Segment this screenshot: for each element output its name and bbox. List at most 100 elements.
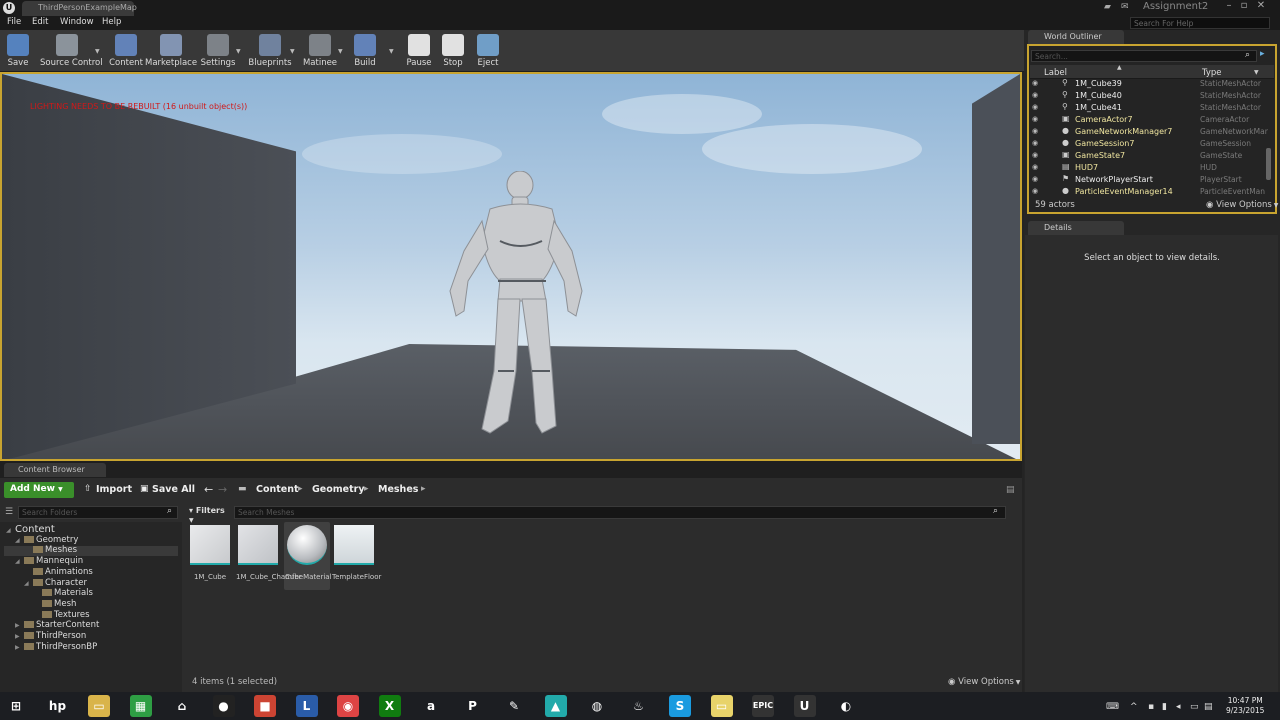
tree-item[interactable]: ▶ ThirdPerson bbox=[15, 631, 86, 641]
sources-toggle-icon[interactable]: ☰ bbox=[5, 507, 13, 517]
filters-button[interactable]: ▾ Filters ▼ bbox=[189, 506, 231, 524]
build-button[interactable]: Build bbox=[345, 32, 385, 70]
tray-chevron-icon[interactable]: ^ bbox=[1130, 702, 1138, 712]
outliner-row[interactable]: ◉ ⚲ 1M_Cube40 StaticMeshActor bbox=[1030, 90, 1266, 102]
settings-button[interactable]: Settings bbox=[196, 32, 240, 70]
add-new-button[interactable]: Add New ▼ bbox=[4, 482, 74, 498]
visibility-eye-icon[interactable]: ◉ bbox=[1032, 163, 1038, 171]
create-folder-icon[interactable]: ▸ bbox=[1260, 49, 1265, 59]
tray-app-icon[interactable]: ▪ bbox=[1148, 702, 1154, 712]
outliner-row[interactable]: ◉ ▣ CameraActor7 CameraActor bbox=[1030, 114, 1266, 126]
outliner-row[interactable]: ◉ ⚲ 1M_Cube39 StaticMeshActor bbox=[1030, 78, 1266, 90]
outliner-row[interactable]: ◉ ▣ GameState7 GameState bbox=[1030, 150, 1266, 162]
wall-mesh-right[interactable] bbox=[972, 74, 1020, 444]
outliner-scrollbar[interactable] bbox=[1266, 148, 1271, 180]
help-search-input[interactable]: Search For Help bbox=[1130, 17, 1270, 29]
import-button[interactable]: Import bbox=[96, 484, 132, 495]
action-center-icon[interactable]: ▤ bbox=[1204, 702, 1213, 712]
tab-details[interactable]: Details bbox=[1028, 221, 1124, 235]
chevron-down-icon[interactable]: ▼ bbox=[389, 48, 394, 55]
breadcrumb-content[interactable]: Content bbox=[256, 484, 299, 495]
chevron-down-icon[interactable]: ▼ bbox=[236, 48, 241, 55]
chevron-down-icon[interactable]: ▼ bbox=[290, 48, 295, 55]
pen-icon[interactable]: ✎ bbox=[503, 695, 525, 717]
battery-icon[interactable]: ▭ bbox=[1190, 702, 1199, 712]
tab-content-browser[interactable]: Content Browser bbox=[4, 463, 106, 477]
eject-button[interactable]: Eject bbox=[465, 32, 511, 70]
pause-button[interactable]: Pause bbox=[400, 32, 438, 70]
home-icon[interactable]: ⌂ bbox=[171, 695, 193, 717]
rubiks-icon[interactable]: ■ bbox=[254, 695, 276, 717]
level-viewport[interactable]: LIGHTING NEEDS TO BE REBUILT (16 unbuilt… bbox=[0, 72, 1022, 461]
matinee-button[interactable]: Matinee bbox=[300, 32, 340, 70]
mannequin-character[interactable] bbox=[442, 171, 592, 461]
asset-tile[interactable]: 1M_Cube bbox=[188, 523, 232, 589]
notification-icon[interactable]: ▰ bbox=[1104, 2, 1111, 12]
tab-world-outliner[interactable]: World Outliner bbox=[1028, 30, 1124, 44]
back-arrow-icon[interactable]: ← bbox=[204, 483, 213, 496]
unreal-logo-icon[interactable]: U bbox=[3, 2, 15, 14]
outliner-search-input[interactable]: Search... bbox=[1031, 50, 1257, 62]
close-button[interactable]: ✕ bbox=[1254, 0, 1268, 12]
document-tab[interactable]: ThirdPersonExampleMap bbox=[22, 1, 137, 16]
asset-tile[interactable]: CubeMaterial bbox=[285, 523, 332, 589]
column-type[interactable]: Type bbox=[1202, 68, 1222, 78]
obs-icon[interactable]: ◐ bbox=[835, 695, 857, 717]
folder-icon[interactable]: ▭ bbox=[710, 695, 733, 717]
menu-edit[interactable]: Edit bbox=[32, 17, 48, 27]
asset-tile[interactable]: 1M_Cube_Chamfer bbox=[236, 523, 302, 589]
lightroom-icon[interactable]: L bbox=[295, 695, 318, 717]
skype-icon[interactable]: S bbox=[669, 695, 691, 717]
menu-file[interactable]: File bbox=[7, 17, 21, 27]
hp-icon[interactable]: hp bbox=[46, 695, 69, 717]
menu-help[interactable]: Help bbox=[102, 17, 121, 27]
epic-launcher-icon[interactable]: EPIC bbox=[752, 695, 774, 717]
chrome-icon[interactable]: ◉ bbox=[337, 695, 359, 717]
chevron-down-icon[interactable]: ▼ bbox=[95, 48, 100, 55]
visibility-eye-icon[interactable]: ◉ bbox=[1032, 79, 1038, 87]
blueprints-button[interactable]: Blueprints bbox=[246, 32, 294, 70]
visibility-eye-icon[interactable]: ◉ bbox=[1032, 139, 1038, 147]
lock-icon[interactable]: ▤ bbox=[1006, 485, 1015, 495]
visibility-eye-icon[interactable]: ◉ bbox=[1032, 151, 1038, 159]
maps-icon[interactable]: ▲ bbox=[544, 695, 567, 717]
windows-start-icon[interactable]: ⊞ bbox=[5, 695, 27, 717]
amazon-icon[interactable]: a bbox=[420, 695, 442, 717]
content-view-options-button[interactable]: ◉ View Options ▼ bbox=[948, 677, 1020, 687]
tree-item[interactable]: Animations bbox=[24, 567, 93, 577]
asset-tile[interactable]: TemplateFloor bbox=[332, 523, 381, 589]
outliner-view-options-button[interactable]: ◉ View Options ▼ bbox=[1206, 200, 1278, 210]
outliner-row[interactable]: ◉ ● ParticleEventManager14 ParticleEventMan bbox=[1030, 186, 1266, 198]
visibility-eye-icon[interactable]: ◉ bbox=[1032, 127, 1038, 135]
keyboard-icon[interactable]: ⌨ bbox=[1106, 702, 1119, 712]
outliner-row[interactable]: ◉ ● GameNetworkManager7 GameNetworkMan bbox=[1030, 126, 1268, 138]
save-button[interactable]: Save bbox=[0, 32, 36, 70]
tree-item[interactable]: Meshes bbox=[24, 545, 77, 555]
asset-search-input[interactable]: Search Meshes bbox=[234, 506, 1006, 519]
visibility-eye-icon[interactable]: ◉ bbox=[1032, 175, 1038, 183]
breadcrumb-meshes[interactable]: Meshes bbox=[378, 484, 418, 495]
tree-item[interactable]: Textures bbox=[33, 610, 90, 620]
xbox-icon[interactable]: X bbox=[378, 695, 401, 717]
visibility-eye-icon[interactable]: ◉ bbox=[1032, 91, 1038, 99]
source-control-button[interactable]: Source Control bbox=[40, 32, 103, 70]
visibility-eye-icon[interactable]: ◉ bbox=[1032, 103, 1038, 111]
tree-item[interactable]: ▶ StarterContent bbox=[15, 620, 99, 630]
tree-item[interactable]: ◢ Character bbox=[24, 578, 87, 588]
marketplace-button[interactable]: Marketplace bbox=[145, 32, 197, 70]
maximize-button[interactable]: ▫ bbox=[1237, 0, 1251, 12]
outliner-row[interactable]: ◉ ● GameSession7 GameSession bbox=[1030, 138, 1266, 150]
content-button[interactable]: Content bbox=[108, 32, 144, 70]
outliner-row[interactable]: ◉ ⚑ NetworkPlayerStart PlayerStart bbox=[1030, 174, 1266, 186]
chevron-down-icon[interactable]: ▼ bbox=[338, 48, 343, 55]
visibility-eye-icon[interactable]: ◉ bbox=[1032, 187, 1038, 195]
forward-arrow-icon[interactable]: → bbox=[218, 483, 227, 496]
menu-window[interactable]: Window bbox=[60, 17, 94, 27]
outliner-row[interactable]: ◉ ⚲ 1M_Cube41 StaticMeshActor bbox=[1030, 102, 1266, 114]
tree-item[interactable]: ◢ Content bbox=[6, 524, 55, 535]
feedback-icon[interactable]: ✉ bbox=[1121, 2, 1129, 12]
volume-icon[interactable]: ◂ bbox=[1176, 702, 1181, 712]
outliner-row[interactable]: ◉ ▤ HUD7 HUD bbox=[1030, 162, 1266, 174]
visibility-eye-icon[interactable]: ◉ bbox=[1032, 115, 1038, 123]
folder-search-input[interactable]: Search Folders bbox=[18, 506, 178, 519]
